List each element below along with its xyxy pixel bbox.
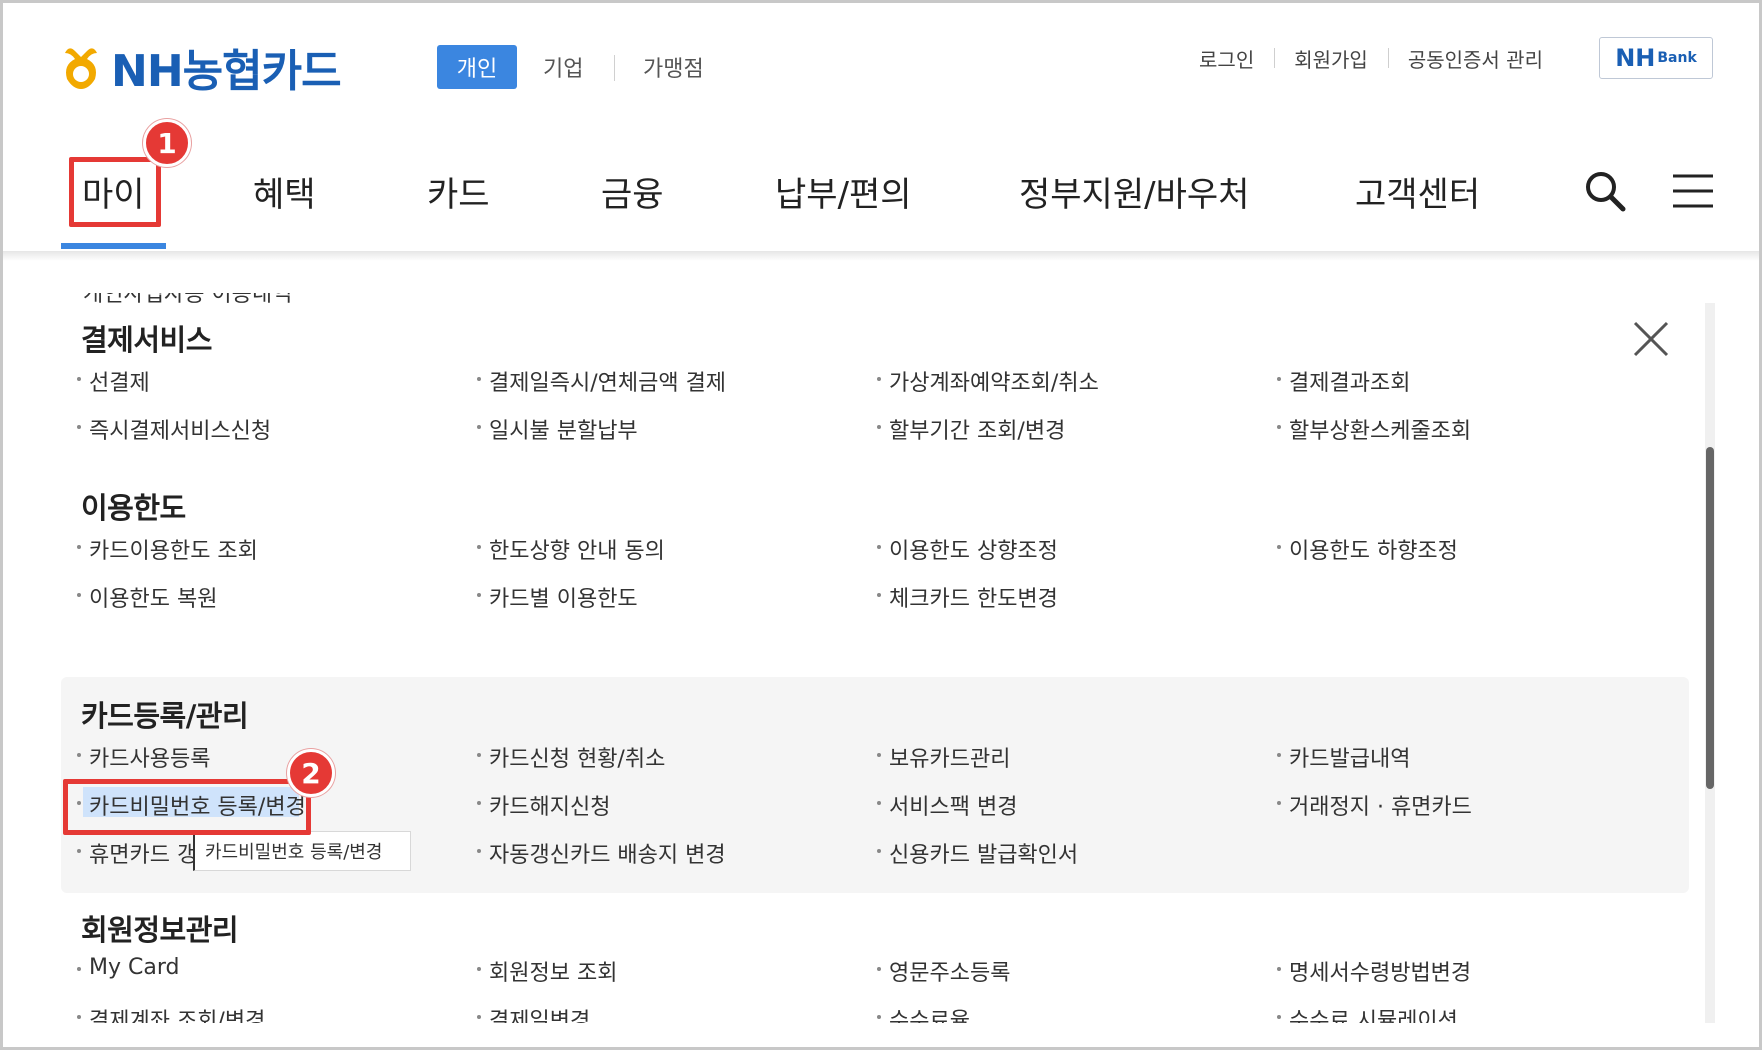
menu-link[interactable]: 신용카드 발급확인서 — [875, 837, 1078, 869]
hamburger-menu-icon[interactable] — [1673, 173, 1713, 209]
section-title: 카드등록/관리 — [81, 699, 249, 733]
annotation-box-2 — [63, 779, 311, 835]
section-usage-limit: 이용한도 카드이용한도 조회 한도상향 안내 동의 이용한도 상향조정 이용한도… — [61, 477, 1689, 637]
section-member-info: 회원정보관리 My Card 회원정보 조회 영문주소등록 명세서수령방법변경 … — [61, 897, 1689, 1023]
brand-name: NH농협카드 — [111, 46, 342, 97]
tooltip: 카드비밀번호 등록/변경 — [193, 831, 411, 871]
menu-link[interactable]: 카드신청 현황/취소 — [475, 741, 665, 773]
menu-link[interactable]: 거래정지 · 휴면카드 — [1275, 789, 1472, 821]
nhbank-main: NH — [1615, 44, 1656, 72]
menu-link[interactable]: 이용한도 상향조정 — [875, 533, 1058, 565]
menu-link[interactable]: 즉시결제서비스신청 — [75, 413, 271, 445]
section-title: 결제서비스 — [81, 323, 212, 357]
menu-link[interactable]: 결제일변경 — [475, 1003, 590, 1023]
menu-link[interactable]: 가상계좌예약조회/취소 — [875, 365, 1099, 397]
nhbank-button[interactable]: NH Bank — [1599, 37, 1713, 79]
menu-link[interactable]: 결제결과조회 — [1275, 365, 1410, 397]
nav-item-finance[interactable]: 금융 — [601, 167, 664, 216]
section-title: 회원정보관리 — [81, 913, 239, 947]
header-shadow — [3, 251, 1759, 261]
menu-link[interactable]: 선결제 — [75, 365, 150, 397]
annotation-box-1 — [69, 157, 161, 227]
section-title: 이용한도 — [81, 491, 186, 525]
nav-item-government[interactable]: 정부지원/바우처 — [1019, 167, 1249, 216]
menu-link[interactable]: 결제일즉시/연체금액 결제 — [475, 365, 726, 397]
menu-link[interactable]: 이용한도 하향조정 — [1275, 533, 1458, 565]
nav-item-benefits[interactable]: 혜택 — [253, 167, 316, 216]
menu-link[interactable]: 체크카드 한도변경 — [875, 581, 1058, 613]
browser-frame: NH농협카드 개인 기업 가맹점 로그인 회원가입 공동인증서 관리 NH Ban… — [0, 0, 1762, 1050]
partial-menu-title: 개인사업자용 이용내역 — [83, 293, 293, 307]
signup-link[interactable]: 회원가입 — [1274, 44, 1388, 73]
segment-divider — [614, 55, 615, 81]
menu-link[interactable]: 결제계좌 조회/변경 — [75, 1003, 265, 1023]
menu-link[interactable]: 카드사용등록 — [75, 741, 210, 773]
all-menu-panel: 개인사업자용 이용내역 결제서비스 선결제 결제일즉시/연체금액 결제 가상계좌… — [3, 261, 1705, 1023]
login-link[interactable]: 로그인 — [1179, 44, 1274, 73]
certificate-link[interactable]: 공동인증서 관리 — [1387, 44, 1563, 73]
top-links: 로그인 회원가입 공동인증서 관리 — [1179, 43, 1563, 73]
menu-link[interactable]: My Card — [75, 955, 179, 980]
menu-link[interactable]: 카드이용한도 조회 — [75, 533, 258, 565]
menu-link[interactable]: 할부기간 조회/변경 — [875, 413, 1065, 445]
nh-card-logo[interactable]: NH농협카드 — [59, 41, 342, 97]
menu-link[interactable]: 일시불 분할납부 — [475, 413, 638, 445]
segment-business-link[interactable]: 기업 — [543, 45, 583, 89]
menu-link[interactable]: 카드해지신청 — [475, 789, 610, 821]
nav-active-indicator — [61, 243, 166, 249]
menu-link[interactable]: 자동갱신카드 배송지 변경 — [475, 837, 726, 869]
menu-link[interactable]: 서비스팩 변경 — [875, 789, 1017, 821]
section-payment-service: 결제서비스 선결제 결제일즉시/연체금액 결제 가상계좌예약조회/취소 결제결과… — [61, 309, 1689, 469]
menu-link[interactable]: 보유카드관리 — [875, 741, 1010, 773]
segment-personal-button[interactable]: 개인 — [437, 45, 517, 89]
nhbank-sub: Bank — [1657, 50, 1697, 66]
nav-item-payment[interactable]: 납부/편의 — [775, 167, 912, 216]
menu-link[interactable]: 한도상향 안내 동의 — [475, 533, 665, 565]
main-nav: 마이 혜택 카드 금융 납부/편의 정부지원/바우처 고객센터 — [3, 153, 1759, 253]
nav-item-customer-center[interactable]: 고객센터 — [1355, 167, 1480, 216]
menu-link[interactable]: 할부상환스케줄조회 — [1275, 413, 1471, 445]
menu-link[interactable]: 영문주소등록 — [875, 955, 1010, 987]
annotation-badge-1: 1 — [143, 119, 191, 167]
segment-merchant-link[interactable]: 가맹점 — [643, 45, 704, 89]
search-icon[interactable] — [1583, 169, 1627, 213]
menu-link[interactable]: 수수료 시뮬레이션 — [1275, 1003, 1458, 1023]
menu-link[interactable]: 수수료율 — [875, 1003, 970, 1023]
menu-link[interactable]: 카드별 이용한도 — [475, 581, 638, 613]
menu-link[interactable]: 휴면카드 갱 — [75, 837, 197, 869]
annotation-badge-2: 2 — [287, 749, 335, 797]
nav-item-card[interactable]: 카드 — [427, 167, 490, 216]
menu-link[interactable]: 카드발급내역 — [1275, 741, 1410, 773]
nh-logo-icon — [65, 48, 97, 89]
menu-link[interactable]: 회원정보 조회 — [475, 955, 617, 987]
scrollbar-thumb[interactable] — [1706, 447, 1714, 789]
menu-link[interactable]: 이용한도 복원 — [75, 581, 217, 613]
menu-link[interactable]: 명세서수령방법변경 — [1275, 955, 1471, 987]
